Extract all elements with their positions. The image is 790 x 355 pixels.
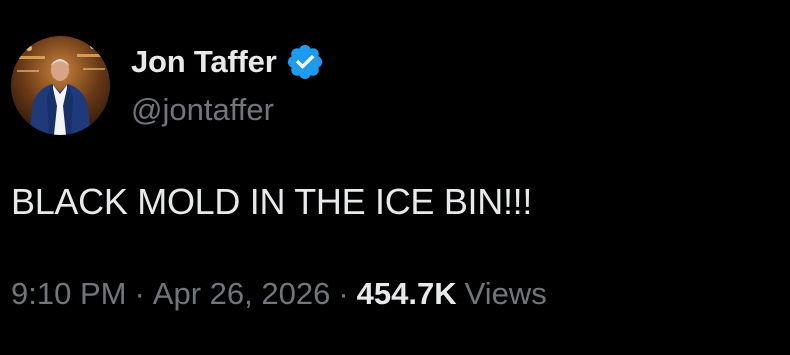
tweet-text: BLACK MOLD IN THE ICE BIN!!! <box>11 181 533 222</box>
meta-separator: · <box>134 276 145 311</box>
tweet: Jon Taffer @jontaffer BLACK MOLD IN THE … <box>0 0 790 355</box>
meta-separator: · <box>338 276 349 311</box>
tweet-meta: 9:10 PM · Apr 26, 2026 · 454.7K Views <box>11 276 547 312</box>
display-name[interactable]: Jon Taffer <box>131 44 277 80</box>
views-count[interactable]: 454.7K <box>357 276 457 312</box>
avatar[interactable] <box>11 36 110 135</box>
profile-photo <box>11 36 110 135</box>
tweet-time[interactable]: 9:10 PM <box>11 276 126 312</box>
author-name-row: Jon Taffer <box>131 40 325 84</box>
handle[interactable]: @jontaffer <box>131 92 274 128</box>
tweet-date[interactable]: Apr 26, 2026 <box>153 276 331 312</box>
views-label: Views <box>464 276 547 311</box>
verified-badge-icon[interactable] <box>285 42 325 82</box>
